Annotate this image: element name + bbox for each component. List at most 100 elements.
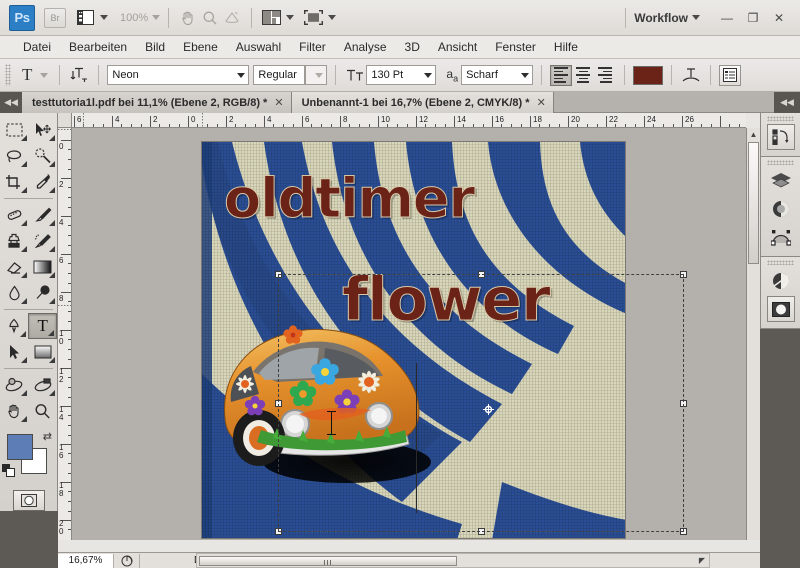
- menu-bearbeiten[interactable]: Bearbeiten: [60, 38, 136, 56]
- artboard[interactable]: oldtimer flower: [201, 141, 626, 539]
- ruler-corner[interactable]: [58, 113, 72, 128]
- document-hscroll-thumb[interactable]: [199, 556, 457, 566]
- canvas-area[interactable]: oldtimer flower: [72, 128, 746, 540]
- transform-center-point[interactable]: [483, 404, 494, 415]
- hand-icon[interactable]: [177, 8, 199, 28]
- toggle-text-orientation-icon[interactable]: [68, 65, 90, 85]
- menu-3d[interactable]: 3D: [396, 38, 429, 56]
- brush-tool[interactable]: [29, 202, 58, 228]
- blur-tool[interactable]: [0, 280, 29, 306]
- dock-grip[interactable]: [767, 116, 794, 121]
- dodge-tool[interactable]: [29, 280, 58, 306]
- zoom-icon[interactable]: [199, 8, 221, 28]
- move-tool[interactable]: [29, 117, 58, 143]
- warp-text-icon[interactable]: [680, 65, 702, 85]
- align-right-button[interactable]: [594, 65, 616, 86]
- transform-handle-ne[interactable]: [680, 271, 687, 278]
- pen-tool[interactable]: [0, 313, 28, 339]
- dock-grip[interactable]: [767, 160, 794, 165]
- panels-icon: [723, 68, 738, 82]
- eyedropper-tool[interactable]: [29, 169, 58, 195]
- menu-hilfe[interactable]: Hilfe: [545, 38, 587, 56]
- layers-panel-icon[interactable]: [767, 168, 795, 194]
- horizontal-ruler[interactable]: 6 4 2 0 2 4 6 8 10 12 14 16 18 20 22 24 …: [72, 113, 746, 128]
- lasso-tool[interactable]: [0, 143, 29, 169]
- adjustments-panel-icon[interactable]: [767, 196, 795, 222]
- toggle-character-paragraph-panels-button[interactable]: [719, 64, 742, 86]
- menu-analyse[interactable]: Analyse: [335, 38, 396, 56]
- font-style-select[interactable]: [305, 65, 328, 85]
- gradient-tool[interactable]: [29, 254, 58, 280]
- font-size-select[interactable]: 130 Pt: [366, 65, 437, 85]
- history-brush-tool[interactable]: [29, 228, 58, 254]
- font-family-select[interactable]: Neon: [107, 65, 250, 85]
- ruler-h-tick: 14: [457, 115, 466, 124]
- arrange-documents-button[interactable]: [302, 5, 337, 31]
- hand-tool[interactable]: [0, 398, 29, 424]
- document-tab-2-label: Unbenannt-1 bei 16,7% (Ebene 2, CMYK/8) …: [301, 96, 530, 109]
- minimize-button[interactable]: —: [714, 7, 740, 29]
- type-tool-icon: T: [37, 316, 48, 335]
- path-selection-tool[interactable]: [0, 339, 29, 365]
- document-horizontal-scrollbar[interactable]: ◤: [196, 553, 710, 568]
- options-bar-grip[interactable]: [5, 64, 11, 86]
- align-center-button[interactable]: [572, 65, 594, 86]
- healing-brush-tool[interactable]: [0, 202, 29, 228]
- eraser-tool[interactable]: [0, 254, 29, 280]
- canvas-vertical-scrollbar[interactable]: ▲: [746, 128, 760, 540]
- marquee-tool[interactable]: [0, 117, 29, 143]
- scroll-up-arrow-icon[interactable]: ▲: [747, 128, 760, 141]
- foreground-color-swatch[interactable]: [7, 434, 33, 460]
- clone-stamp-tool[interactable]: [0, 228, 29, 254]
- transform-handle-se[interactable]: [680, 528, 687, 535]
- document-tab-2[interactable]: Unbenannt-1 bei 16,7% (Ebene 2, CMYK/8) …: [291, 92, 554, 113]
- transform-handle-e[interactable]: [680, 400, 687, 407]
- collapse-left-panel-button[interactable]: ◀◀: [0, 92, 22, 113]
- hscroll-right-arrow-icon[interactable]: ◤: [699, 556, 705, 565]
- 3d-object-rotate-tool[interactable]: [0, 372, 29, 398]
- rotate-view-icon[interactable]: [221, 8, 243, 28]
- collapse-right-dock-button[interactable]: ◀◀: [774, 92, 800, 113]
- history-panel-icon[interactable]: [766, 124, 795, 150]
- mini-bridge-button[interactable]: [74, 5, 108, 31]
- menu-fenster[interactable]: Fenster: [486, 38, 545, 56]
- view-zoom-chevron-down-icon[interactable]: [152, 15, 161, 20]
- text-color-swatch[interactable]: [633, 65, 664, 85]
- menu-ebene[interactable]: Ebene: [174, 38, 227, 56]
- default-colors-icon[interactable]: [2, 464, 15, 480]
- masks-panel-icon[interactable]: [767, 268, 795, 294]
- menu-bild[interactable]: Bild: [136, 38, 174, 56]
- vertical-ruler[interactable]: 0 2 4 6 8 10 12 14 16 18 20: [58, 128, 72, 540]
- close-button[interactable]: ✕: [766, 7, 792, 29]
- type-tool[interactable]: T: [28, 313, 57, 339]
- launch-bridge-button[interactable]: Br: [44, 7, 66, 28]
- close-icon[interactable]: ✕: [274, 96, 283, 109]
- menu-filter[interactable]: Filter: [290, 38, 335, 56]
- 3d-camera-rotate-tool[interactable]: [29, 372, 58, 398]
- status-zoom-value[interactable]: 16,67%: [58, 553, 114, 568]
- quick-mask-mode-button[interactable]: [12, 490, 45, 511]
- tool-preset-picker[interactable]: T: [15, 63, 51, 87]
- magic-wand-tool[interactable]: [29, 143, 58, 169]
- paths-panel-icon[interactable]: [767, 224, 795, 250]
- menu-auswahl[interactable]: Auswahl: [227, 38, 290, 56]
- font-style-input[interactable]: Regular: [253, 65, 306, 85]
- channels-panel-icon[interactable]: [766, 296, 795, 322]
- crop-tool[interactable]: [0, 169, 29, 195]
- screen-mode-button[interactable]: [260, 5, 295, 31]
- anti-aliasing-select[interactable]: Scharf: [461, 65, 534, 85]
- document-tab-1[interactable]: testtutoria1l.pdf bei 11,1% (Ebene 2, RG…: [22, 92, 292, 113]
- status-proxy-icon[interactable]: [114, 553, 140, 568]
- dock-grip[interactable]: [767, 260, 794, 265]
- vertical-scroll-thumb[interactable]: [748, 142, 759, 264]
- menu-ansicht[interactable]: Ansicht: [429, 38, 486, 56]
- workspace-switcher[interactable]: Workflow: [617, 7, 700, 28]
- close-icon[interactable]: ✕: [537, 96, 546, 109]
- zoom-tool[interactable]: [29, 398, 58, 424]
- menu-datei[interactable]: Datei: [14, 38, 60, 56]
- align-left-button[interactable]: [550, 64, 573, 86]
- swap-colors-icon[interactable]: ⇄: [43, 430, 52, 443]
- restore-button[interactable]: ❐: [740, 7, 766, 29]
- chevron-down-icon: [521, 73, 530, 78]
- rectangle-shape-tool[interactable]: [29, 339, 58, 365]
